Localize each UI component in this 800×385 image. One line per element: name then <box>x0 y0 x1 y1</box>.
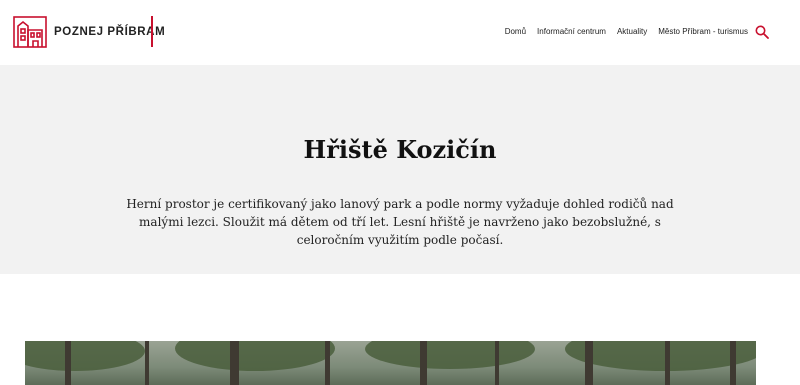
main-nav: Domů Informační centrum Aktuality Město … <box>505 27 748 36</box>
nav-item-home[interactable]: Domů <box>505 27 526 36</box>
logo-divider <box>151 16 153 47</box>
forest-photo <box>25 341 756 385</box>
logo-text: POZNEJ PŘÍBRAM <box>54 26 166 38</box>
nav-item-info-center[interactable]: Informační centrum <box>537 27 606 36</box>
site-header: POZNEJ PŘÍBRAM Domů Informační centrum A… <box>0 0 800 65</box>
site-logo[interactable]: POZNEJ PŘÍBRAM <box>13 16 165 48</box>
hero-section: Hřiště Kozičín Herní prostor je certifik… <box>0 65 800 274</box>
search-icon[interactable] <box>755 25 769 39</box>
page-title: Hřiště Kozičín <box>303 135 497 164</box>
nav-item-city-tourism[interactable]: Město Příbram - turismus <box>658 27 748 36</box>
page-description: Herní prostor je certifikovaný jako lano… <box>126 197 674 247</box>
nav-item-news[interactable]: Aktuality <box>617 27 647 36</box>
logo-icon <box>13 16 47 48</box>
